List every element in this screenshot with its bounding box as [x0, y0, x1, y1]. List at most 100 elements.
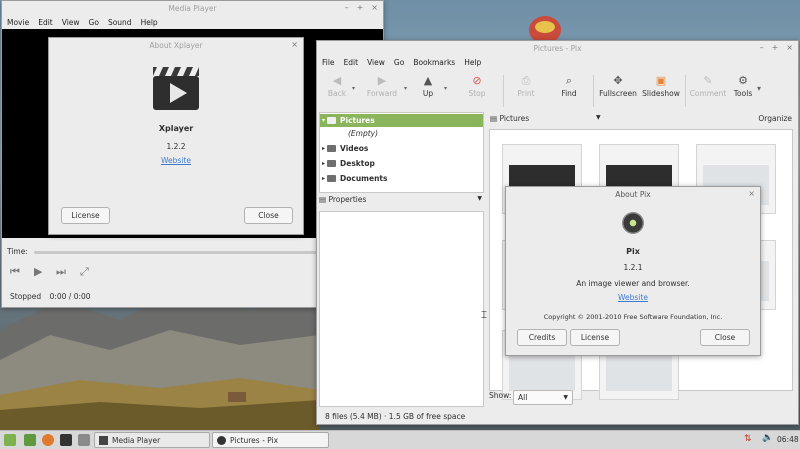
minimize-icon[interactable]: –	[345, 3, 349, 12]
chevron-right-icon[interactable]: ▸	[322, 160, 325, 167]
app-description: An image viewer and browser.	[576, 279, 690, 288]
copyright-text: Copyright © 2001-2010 Free Software Foun…	[543, 313, 723, 321]
mouse-cursor-icon: ⌶	[481, 310, 487, 321]
app-version: 1.2.1	[623, 263, 643, 272]
fullscreen-icon: ✥	[613, 74, 623, 87]
files-icon[interactable]	[78, 434, 90, 446]
minimize-icon[interactable]: –	[760, 43, 764, 52]
pix-titlebar: Pictures - Pix – + ×	[317, 41, 798, 56]
tree-item-desktop[interactable]: ▸ Desktop	[320, 157, 483, 170]
fullscreen-button[interactable]: ✥ Fullscreen	[597, 73, 639, 98]
stop-icon: ⊘	[472, 74, 482, 87]
clock[interactable]: 06:48	[777, 435, 799, 444]
window-title: Media Player	[168, 4, 217, 13]
playback-status: Stopped 0:00 / 0:00	[10, 292, 91, 301]
license-button[interactable]: License	[61, 207, 110, 224]
up-button[interactable]: ▲ Up	[408, 73, 448, 98]
firefox-icon[interactable]	[42, 434, 54, 446]
task-pix[interactable]: Pictures - Pix	[212, 432, 329, 448]
chevron-right-icon[interactable]: ▸	[322, 175, 325, 182]
up-dropdown-icon[interactable]: ▾	[444, 85, 447, 92]
license-button[interactable]: License	[570, 329, 620, 346]
pix-icon	[217, 435, 226, 445]
chevron-down-icon[interactable]: ▼	[596, 114, 601, 121]
menu-icon[interactable]	[4, 434, 16, 446]
toolbar-separator	[685, 75, 686, 107]
status-text: Stopped	[10, 292, 42, 301]
slideshow-button[interactable]: ▣ Slideshow	[640, 73, 682, 98]
about-xplayer-dialog: About Xplayer × Xplayer 1.2.2 Website Li…	[48, 37, 304, 235]
menu-view[interactable]: View	[367, 58, 385, 67]
terminal-icon[interactable]	[60, 434, 72, 446]
folder-icon	[327, 160, 337, 167]
tools-dropdown-icon[interactable]: ▾	[757, 84, 761, 93]
back-dropdown-icon[interactable]: ▾	[352, 85, 355, 92]
next-icon[interactable]: ⏭	[56, 265, 66, 279]
arrow-up-icon: ▲	[423, 74, 433, 87]
menu-go[interactable]: Go	[394, 58, 404, 67]
menu-sound[interactable]: Sound	[108, 18, 132, 27]
media-player-icon	[99, 435, 108, 445]
close-icon[interactable]: ×	[786, 43, 793, 52]
close-button[interactable]: Close	[700, 329, 750, 346]
about-pix-titlebar: About Pix ×	[506, 187, 760, 202]
about-pix-dialog: About Pix × Pix 1.2.1 An image viewer an…	[505, 186, 761, 356]
menu-movie[interactable]: Movie	[7, 18, 29, 27]
location-dropdown[interactable]: Pictures	[499, 114, 529, 123]
website-link[interactable]: Website	[618, 293, 648, 302]
chevron-down-icon[interactable]: ▾	[322, 117, 325, 124]
previous-icon[interactable]: ⏮	[10, 265, 20, 279]
menu-edit[interactable]: Edit	[38, 18, 53, 27]
show-filter-select[interactable]: All ▼	[513, 390, 573, 405]
folder-icon	[327, 145, 337, 152]
menu-edit[interactable]: Edit	[344, 58, 359, 67]
folder-icon	[327, 175, 337, 182]
comment-button[interactable]: ✎ Comment	[688, 73, 728, 98]
folder-icon	[327, 117, 337, 124]
chevron-down-icon[interactable]: ▼	[477, 195, 482, 202]
properties-panel	[319, 211, 484, 407]
forward-dropdown-icon[interactable]: ▾	[404, 85, 407, 92]
properties-header[interactable]: ▤ Properties ▼	[319, 195, 484, 207]
find-button[interactable]: ⌕ Find	[549, 73, 589, 98]
show-desktop-icon[interactable]	[24, 434, 36, 446]
folder-icon: ▤	[490, 114, 498, 123]
maximize-icon[interactable]: +	[357, 3, 364, 12]
menu-bookmarks[interactable]: Bookmarks	[413, 58, 455, 67]
task-media-player[interactable]: Media Player	[94, 432, 210, 448]
app-name: Pix	[626, 247, 640, 256]
close-icon[interactable]: ×	[291, 40, 298, 49]
close-button[interactable]: Close	[244, 207, 293, 224]
stop-button[interactable]: ⊘ Stop	[457, 73, 497, 98]
volume-icon[interactable]: 🔈	[762, 433, 773, 443]
menu-view[interactable]: View	[62, 18, 80, 27]
time-label: Time:	[7, 247, 28, 256]
print-button[interactable]: ⎙ Print	[506, 73, 546, 98]
chevron-down-icon: ▼	[563, 394, 568, 401]
forward-button[interactable]: ▶ Forward	[362, 73, 402, 98]
tree-item-videos[interactable]: ▸ Videos	[320, 142, 483, 155]
tree-item-pictures[interactable]: ▾ Pictures	[320, 114, 483, 127]
tree-item-documents[interactable]: ▸ Documents	[320, 172, 483, 185]
close-icon[interactable]: ×	[371, 3, 378, 12]
window-title: Pictures - Pix	[533, 44, 582, 53]
maximize-icon[interactable]: +	[772, 43, 779, 52]
menu-help[interactable]: Help	[141, 18, 158, 27]
menu-go[interactable]: Go	[89, 18, 99, 27]
organize-button[interactable]: Organize	[758, 114, 792, 123]
menu-help[interactable]: Help	[464, 58, 481, 67]
printer-icon: ⎙	[521, 74, 531, 87]
play-icon[interactable]: ▶	[34, 265, 42, 278]
menu-file[interactable]: File	[322, 58, 335, 67]
credits-button[interactable]: Credits	[517, 329, 567, 346]
website-link[interactable]: Website	[161, 156, 191, 165]
close-icon[interactable]: ×	[748, 189, 755, 198]
back-button[interactable]: ◀ Back	[317, 73, 357, 98]
network-icon[interactable]: ⇅	[744, 434, 752, 444]
fullscreen-icon[interactable]: ⤢	[80, 265, 89, 279]
tree-item-empty: (Empty)	[348, 129, 379, 138]
chevron-right-icon[interactable]: ▸	[322, 145, 325, 152]
toolbar-separator	[503, 75, 504, 107]
pix-app-icon	[622, 212, 644, 234]
toolbar-separator	[593, 75, 594, 107]
